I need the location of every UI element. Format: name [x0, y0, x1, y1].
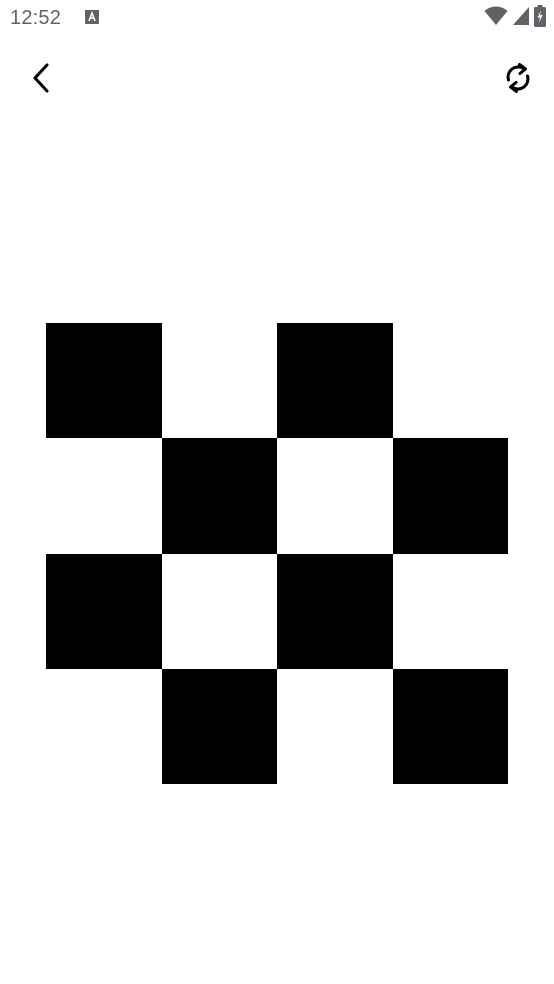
status-icons [484, 4, 546, 32]
board-cell-2-2[interactable] [277, 553, 393, 669]
status-bar: 12:52 [0, 0, 554, 38]
toolbar [0, 50, 554, 110]
a-box-icon [85, 10, 99, 24]
board-cell-0-3[interactable] [392, 323, 508, 439]
game-board [46, 323, 508, 784]
back-button[interactable] [22, 60, 62, 100]
board-cell-2-1[interactable] [161, 553, 277, 669]
refresh-icon [503, 61, 533, 100]
battery-charging-icon [534, 4, 546, 32]
board-cell-1-3[interactable] [392, 438, 508, 554]
refresh-button[interactable] [498, 60, 538, 100]
board-cell-3-1[interactable] [161, 668, 277, 784]
status-time: 12:52 [10, 7, 62, 29]
board-cell-3-3[interactable] [392, 668, 508, 784]
chevron-left-icon [30, 62, 54, 99]
board-cell-2-0[interactable] [46, 553, 162, 669]
board-cell-0-1[interactable] [161, 323, 277, 439]
board-cell-2-3[interactable] [392, 553, 508, 669]
board-cell-3-0[interactable] [46, 668, 162, 784]
board-cell-1-2[interactable] [277, 438, 393, 554]
board-cell-0-2[interactable] [277, 323, 393, 439]
board-cell-0-0[interactable] [46, 323, 162, 439]
board-cell-1-0[interactable] [46, 438, 162, 554]
board-cell-3-2[interactable] [277, 668, 393, 784]
board-cell-1-1[interactable] [161, 438, 277, 554]
cell-signal-icon [512, 6, 530, 31]
wifi-icon [484, 6, 508, 31]
